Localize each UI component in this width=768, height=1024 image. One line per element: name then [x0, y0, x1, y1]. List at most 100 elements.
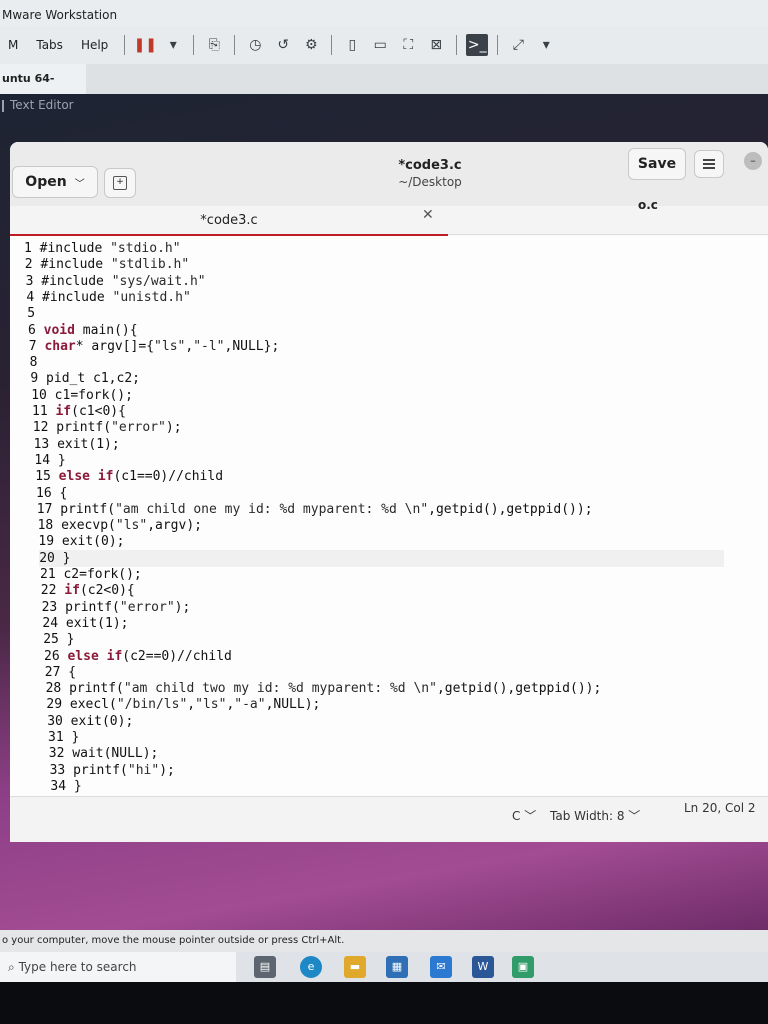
tab-code3-c[interactable]: *code3.c ✕: [10, 206, 448, 237]
code-line[interactable]: 1 #include "stdio.h": [24, 240, 724, 257]
code-line[interactable]: 4 #include "unistd.h": [26, 289, 724, 306]
line-number: 20: [39, 550, 63, 566]
mail-icon[interactable]: ✉: [430, 956, 452, 978]
window-minimize-button[interactable]: –: [744, 152, 762, 170]
code-editor[interactable]: 1 #include "stdio.h" 2 #include "stdlib.h…: [10, 236, 768, 796]
line-text: wait(NULL);: [72, 746, 159, 762]
code-line[interactable]: 34 }: [50, 778, 724, 795]
vmware-app-icon[interactable]: ▣: [512, 956, 534, 978]
word-icon[interactable]: W: [472, 956, 494, 978]
line-text: c1=fork();: [54, 387, 133, 403]
code-line[interactable]: 23 printf("error");: [42, 599, 724, 616]
line-number: 28: [45, 681, 70, 697]
code-line[interactable]: 18 execvp("ls",argv);: [38, 517, 724, 534]
code-line[interactable]: 27 {: [45, 664, 724, 681]
fullscreen-icon[interactable]: ⛶: [397, 34, 419, 56]
line-number: 27: [44, 664, 69, 680]
code-line[interactable]: 33 printf("hi");: [50, 762, 724, 779]
line-number: 4: [26, 289, 43, 305]
stretch-guest-icon[interactable]: ⤢: [507, 34, 529, 56]
pause-icon[interactable]: ❚❚: [134, 34, 157, 56]
code-line[interactable]: 8: [30, 354, 724, 371]
vmware-title-bar: Mware Workstation: [0, 0, 768, 26]
store-icon[interactable]: ▦: [386, 956, 408, 978]
new-document-icon: +: [113, 176, 127, 190]
tab-width-selector[interactable]: Tab Width: 8 ﹀: [550, 807, 640, 824]
code-line[interactable]: 5: [27, 305, 724, 322]
code-line[interactable]: 29 execl("/bin/ls","ls","-a",NULL);: [46, 696, 724, 713]
snapshot-icon[interactable]: ◷: [244, 34, 266, 56]
line-number: 34: [50, 778, 74, 794]
activities-app-label[interactable]: Text Editor: [0, 98, 74, 112]
language-selector[interactable]: C ﹀: [512, 807, 536, 824]
code-line[interactable]: 12 printf("error");: [33, 419, 724, 436]
code-line[interactable]: 6 void main(){: [28, 322, 724, 339]
edge-icon[interactable]: e: [300, 956, 322, 978]
line-text: }: [73, 778, 82, 794]
snapshot-manager-icon[interactable]: ⚙: [300, 34, 322, 56]
console-view-icon[interactable]: >_: [466, 34, 489, 56]
code-line[interactable]: 30 exit(0);: [47, 713, 724, 730]
line-number: 33: [49, 762, 74, 778]
open-button[interactable]: Open ﹀: [12, 166, 98, 198]
task-view-icon[interactable]: ▤: [254, 956, 276, 978]
save-button[interactable]: Save: [628, 148, 686, 180]
tab-ubuntu-vm[interactable]: untu 64-bit✕: [0, 64, 86, 115]
code-line[interactable]: 3 #include "sys/wait.h": [26, 273, 724, 290]
code-line[interactable]: 26 else if(c2==0)//child: [44, 648, 724, 665]
line-text: else if(c1==0)//child: [58, 469, 224, 485]
revert-snapshot-icon[interactable]: ↺: [272, 34, 294, 56]
hamburger-menu-button[interactable]: [694, 150, 724, 178]
code-line[interactable]: 9 pid_t c1,c2;: [30, 370, 724, 387]
line-number: 24: [42, 615, 66, 631]
code-line[interactable]: 24 exit(1);: [42, 615, 724, 632]
toolbar-separator: [331, 35, 333, 55]
dropdown-arrow-icon[interactable]: ▾: [162, 34, 184, 56]
line-number: 22: [40, 583, 65, 599]
code-line[interactable]: 21 c2=fork();: [40, 566, 724, 583]
line-number: 16: [36, 485, 60, 501]
thumbnail-view-icon[interactable]: ▭: [369, 34, 391, 56]
code-line[interactable]: 16 {: [36, 485, 724, 502]
line-text: char* argv[]={"ls","-l",NULL};: [44, 338, 280, 354]
code-line[interactable]: 31 }: [48, 729, 724, 746]
code-line[interactable]: 28 printf("am child two my id: %d mypare…: [46, 680, 724, 697]
unity-icon[interactable]: ⊠: [425, 34, 447, 56]
toolbar-separator: [193, 35, 195, 55]
code-line[interactable]: 2 #include "stdlib.h": [25, 256, 724, 273]
vmware-tab-strip: untu 64-bit✕: [0, 64, 768, 115]
close-icon[interactable]: ✕: [422, 200, 434, 230]
code-line[interactable]: 7 char* argv[]={"ls","-l",NULL};: [29, 338, 724, 355]
line-text: else if(c2==0)//child: [67, 648, 232, 664]
new-tab-button[interactable]: +: [104, 168, 136, 198]
dropdown-arrow-icon[interactable]: ▾: [535, 34, 557, 56]
menu-item-vm[interactable]: M: [8, 38, 18, 52]
menu-item-tabs[interactable]: Tabs: [36, 38, 63, 52]
code-line[interactable]: 14 }: [34, 452, 724, 469]
hamburger-icon: [703, 163, 715, 165]
line-number: 13: [33, 436, 58, 452]
toolbar-separator: [234, 35, 236, 55]
code-line[interactable]: 19 exit(0);: [38, 533, 724, 550]
window-subtitle: ~/Desktop: [398, 175, 462, 189]
line-text: }: [66, 632, 75, 648]
line-number: 19: [38, 534, 62, 550]
code-line[interactable]: 25 }: [43, 631, 724, 648]
line-text: printf("hi");: [73, 762, 175, 778]
toolbar-separator: [497, 35, 499, 55]
code-line[interactable]: 15 else if(c1==0)//child: [35, 468, 724, 485]
code-line[interactable]: 17 printf("am child one my id: %d mypare…: [37, 501, 724, 518]
code-line[interactable]: 22 if(c2<0){: [41, 582, 724, 599]
chevron-down-icon: ﹀: [74, 178, 85, 190]
code-line[interactable]: 20 }: [39, 549, 724, 567]
code-line[interactable]: 11 if(c1<0){: [32, 403, 724, 420]
library-view-icon[interactable]: ▯: [341, 34, 363, 56]
tab-o-c[interactable]: o.c: [638, 198, 658, 212]
file-explorer-icon[interactable]: ▬: [344, 956, 366, 978]
taskbar-search[interactable]: ⌕ Type here to search: [0, 952, 236, 982]
code-line[interactable]: 10 c1=fork();: [31, 387, 724, 404]
code-line[interactable]: 32 wait(NULL);: [49, 745, 724, 762]
code-line[interactable]: 13 exit(1);: [34, 436, 724, 453]
menu-item-help[interactable]: Help: [81, 38, 108, 52]
send-ctrl-alt-del-icon[interactable]: ⎘: [203, 34, 225, 56]
